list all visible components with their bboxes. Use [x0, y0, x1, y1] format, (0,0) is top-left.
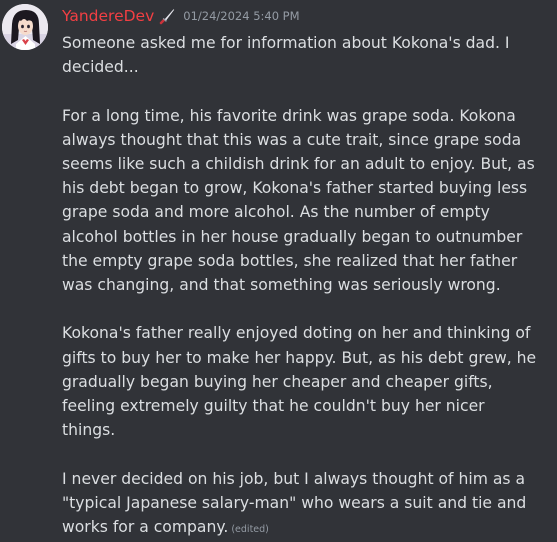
- message-paragraph: Kokona's father really enjoyed doting on…: [62, 324, 537, 440]
- message-paragraph: Someone asked me for information about K…: [62, 34, 510, 77]
- username[interactable]: YandereDev: [62, 7, 154, 25]
- message-header: YandereDev 01/24/2024 5:40 PM: [62, 5, 300, 27]
- message-paragraph: For a long time, his favorite drink was …: [62, 106, 535, 295]
- knife-icon[interactable]: [158, 7, 176, 25]
- message-content: Someone asked me for information about K…: [62, 31, 542, 542]
- message-paragraph-text: I never decided on his job, but I always…: [62, 469, 527, 537]
- message-paragraph-last: I never decided on his job, but I always…: [62, 467, 542, 542]
- chat-message: YandereDev 01/24/2024 5:40 PM Someone as…: [0, 0, 557, 536]
- edited-label: (edited): [231, 524, 269, 536]
- avatar[interactable]: [2, 4, 48, 50]
- timestamp[interactable]: 01/24/2024 5:40 PM: [183, 9, 299, 23]
- avatar-image: [2, 4, 48, 50]
